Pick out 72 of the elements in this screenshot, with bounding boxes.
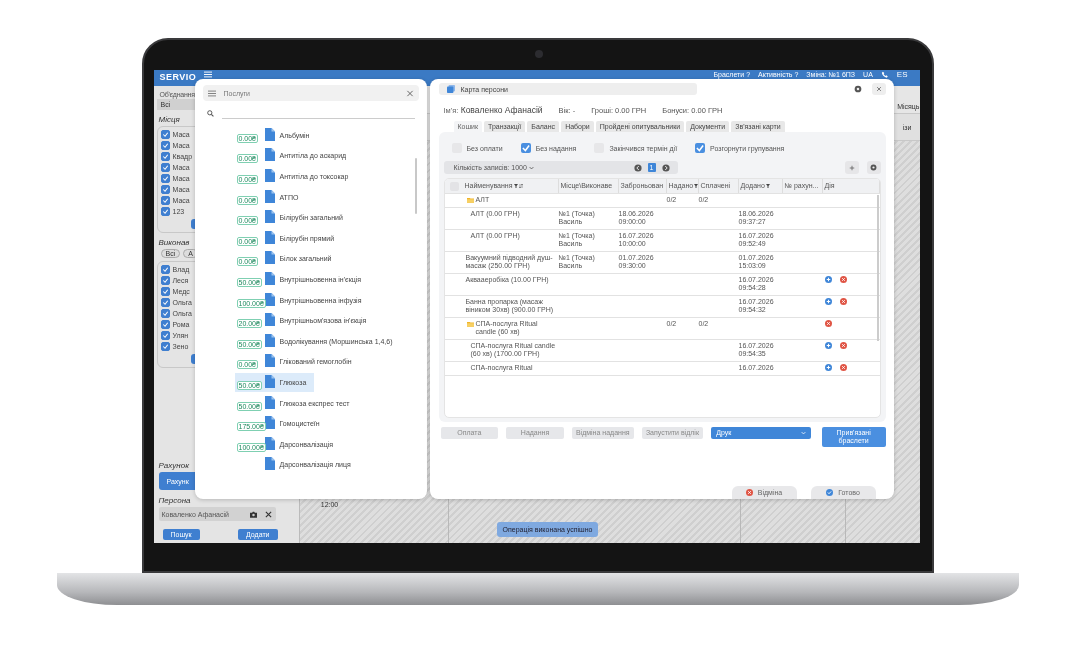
- app-logo: SERVIO: [159, 71, 197, 84]
- section-title: Рахунок: [158, 461, 189, 470]
- checkbox[interactable]: [160, 130, 170, 139]
- checkbox[interactable]: [160, 207, 170, 216]
- document-icon: [264, 395, 275, 409]
- add-button[interactable]: [844, 161, 859, 174]
- document-icon: [264, 210, 275, 224]
- language-label[interactable]: ES: [896, 70, 908, 79]
- settings-button[interactable]: [866, 161, 881, 174]
- filter-icon[interactable]: [765, 184, 770, 188]
- checkbox[interactable]: [160, 174, 170, 183]
- checkbox[interactable]: [160, 152, 170, 161]
- document-icon: [264, 436, 275, 450]
- document-icon: [264, 333, 275, 347]
- checkbox[interactable]: [160, 185, 170, 194]
- section-title: Персона: [158, 496, 191, 505]
- remove-icon[interactable]: [839, 276, 847, 283]
- checkbox[interactable]: [160, 320, 170, 329]
- settings-icon[interactable]: [870, 164, 877, 171]
- cards-icon: [446, 85, 455, 93]
- document-icon: [264, 292, 275, 306]
- webcam-icon: [534, 50, 543, 58]
- remove-icon[interactable]: [824, 320, 832, 327]
- add-icon[interactable]: [824, 342, 832, 349]
- menu-icon[interactable]: [207, 89, 216, 97]
- cancel-icon[interactable]: [745, 489, 753, 496]
- remove-icon[interactable]: [839, 364, 847, 371]
- checkbox[interactable]: [160, 342, 170, 351]
- checkbox[interactable]: [160, 196, 170, 205]
- document-icon: [264, 374, 275, 388]
- add-icon[interactable]: [824, 364, 832, 371]
- checkbox[interactable]: [160, 298, 170, 307]
- phone-icon[interactable]: [880, 71, 889, 78]
- chevron-icon[interactable]: [528, 165, 534, 170]
- checkbox[interactable]: [160, 163, 170, 172]
- remove-icon[interactable]: [839, 342, 847, 349]
- scrollbar[interactable]: [414, 158, 417, 214]
- previous-page-icon[interactable]: [633, 163, 642, 172]
- document-icon: [264, 416, 275, 430]
- document-icon: [264, 189, 275, 203]
- checkbox[interactable]: [160, 141, 170, 150]
- filter-icon[interactable]: [513, 184, 518, 188]
- add-icon[interactable]: [824, 298, 832, 305]
- checkbox[interactable]: [160, 331, 170, 340]
- close-button[interactable]: [871, 83, 886, 95]
- document-icon: [264, 457, 275, 471]
- checkbox[interactable]: [695, 143, 706, 153]
- checkbox[interactable]: [160, 276, 170, 285]
- document-icon: [264, 148, 275, 162]
- folder-icon[interactable]: [466, 321, 474, 327]
- next-page-icon[interactable]: [661, 163, 670, 172]
- plus-icon[interactable]: [848, 164, 855, 171]
- filter-icon[interactable]: [694, 184, 699, 188]
- document-icon: [264, 251, 275, 265]
- checkbox[interactable]: [160, 287, 170, 296]
- add-icon[interactable]: [824, 276, 832, 283]
- folder-icon[interactable]: [466, 197, 474, 203]
- checkbox[interactable]: [160, 309, 170, 318]
- document-icon: [264, 271, 275, 285]
- search-icon: [206, 110, 214, 117]
- settings-icon[interactable]: [853, 85, 862, 93]
- remove-icon[interactable]: [839, 298, 847, 305]
- document-icon: [264, 354, 275, 368]
- document-icon: [264, 313, 275, 327]
- check-icon[interactable]: [826, 489, 834, 496]
- section-title: Місця: [158, 115, 180, 124]
- checkbox[interactable]: [160, 265, 170, 274]
- section-title: Виконав: [158, 238, 190, 247]
- close-icon[interactable]: [875, 86, 882, 92]
- document-icon: [264, 169, 275, 182]
- document-icon: [264, 127, 275, 141]
- document-icon: [264, 230, 275, 244]
